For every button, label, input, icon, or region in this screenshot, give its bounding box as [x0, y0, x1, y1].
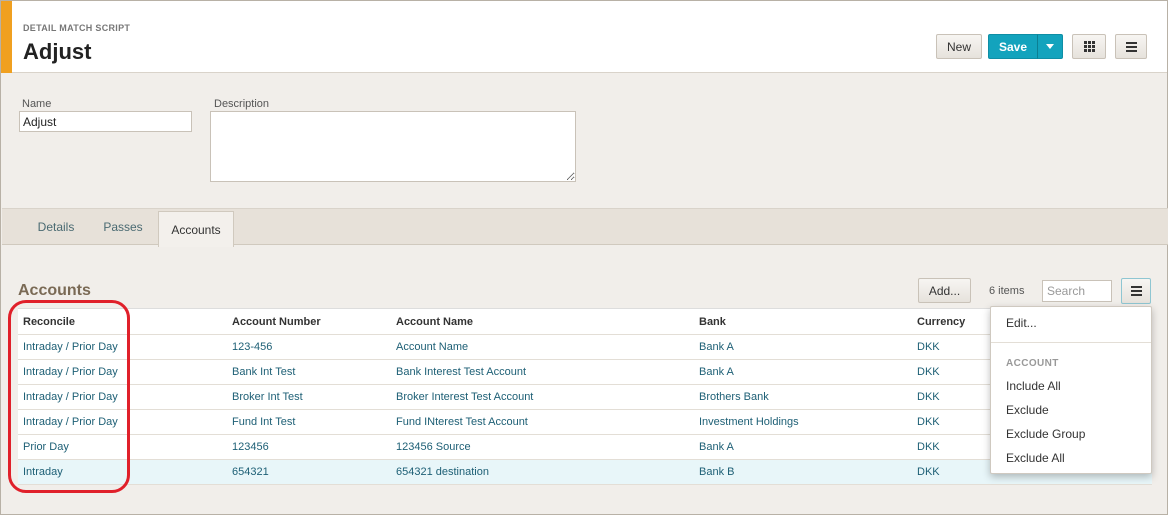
hamburger-icon [1130, 286, 1142, 296]
account-number-cell[interactable]: 123456 [232, 435, 269, 459]
currency-cell[interactable]: DKK [917, 435, 940, 459]
name-field[interactable] [19, 111, 192, 132]
column-header-account-name[interactable]: Account Name [396, 309, 473, 334]
account-number-cell[interactable]: Broker Int Test [232, 385, 303, 409]
menu-section-heading: ACCOUNT [1006, 358, 1059, 369]
add-account-button[interactable]: Add... [918, 278, 971, 303]
new-button[interactable]: New [936, 34, 982, 59]
grid-view-button[interactable] [1072, 34, 1106, 59]
chevron-down-icon [1046, 44, 1054, 49]
account-number-cell[interactable]: Bank Int Test [232, 360, 295, 384]
currency-cell[interactable]: DKK [917, 360, 940, 384]
column-header-currency[interactable]: Currency [917, 309, 965, 334]
account-name-cell[interactable]: Fund INterest Test Account [396, 410, 528, 434]
reconcile-cell[interactable]: Intraday / Prior Day [23, 410, 118, 434]
description-field[interactable] [210, 111, 576, 182]
table-row-selected[interactable]: Intraday 654321 654321 destination Bank … [18, 460, 1152, 485]
bank-cell[interactable]: Bank A [699, 360, 734, 384]
menu-item-exclude-all[interactable]: Exclude All [1006, 451, 1065, 465]
bank-cell[interactable]: Bank A [699, 335, 734, 359]
save-options-button[interactable] [1037, 34, 1063, 59]
account-name-cell[interactable]: 654321 destination [396, 460, 489, 484]
tab-accounts[interactable]: Accounts [158, 211, 234, 247]
account-name-cell[interactable]: Bank Interest Test Account [396, 360, 526, 384]
table-row[interactable]: Intraday / Prior Day Broker Int Test Bro… [18, 385, 1152, 410]
reconcile-cell[interactable]: Intraday [23, 460, 63, 484]
account-number-cell[interactable]: 654321 [232, 460, 269, 484]
page-eyebrow: DETAIL MATCH SCRIPT [23, 23, 131, 33]
table-row[interactable]: Intraday / Prior Day 123-456 Account Nam… [18, 335, 1152, 360]
currency-cell[interactable]: DKK [917, 460, 940, 484]
reconcile-cell[interactable]: Intraday / Prior Day [23, 360, 118, 384]
save-button[interactable]: Save [988, 34, 1038, 59]
currency-cell[interactable]: DKK [917, 410, 940, 434]
accounts-table: Reconcile Account Number Account Name Ba… [18, 308, 1152, 485]
reconcile-cell[interactable]: Intraday / Prior Day [23, 335, 118, 359]
bank-cell[interactable]: Brothers Bank [699, 385, 769, 409]
account-name-cell[interactable]: Account Name [396, 335, 468, 359]
list-menu-button[interactable] [1121, 278, 1151, 304]
tab-passes[interactable]: Passes [90, 209, 156, 245]
tab-bar: Details Passes Accounts [2, 208, 1168, 247]
table-header-row: Reconcile Account Number Account Name Ba… [18, 309, 1152, 335]
account-number-cell[interactable]: 123-456 [232, 335, 272, 359]
items-count: 6 items [989, 285, 1025, 297]
search-input[interactable] [1042, 280, 1112, 302]
menu-divider [991, 342, 1151, 343]
accent-bar [1, 1, 12, 73]
bank-cell[interactable]: Investment Holdings [699, 410, 799, 434]
currency-cell[interactable]: DKK [917, 385, 940, 409]
reconcile-cell[interactable]: Prior Day [23, 435, 69, 459]
description-label: Description [214, 98, 270, 110]
hamburger-icon [1125, 41, 1137, 52]
bank-cell[interactable]: Bank B [699, 460, 734, 484]
page-header: DETAIL MATCH SCRIPT Adjust New Save [1, 1, 1167, 73]
menu-item-edit[interactable]: Edit... [1006, 316, 1037, 330]
grid-icon [1083, 41, 1095, 52]
column-header-bank[interactable]: Bank [699, 309, 726, 334]
page-menu-button[interactable] [1115, 34, 1147, 59]
account-number-cell[interactable]: Fund Int Test [232, 410, 295, 434]
menu-item-include-all[interactable]: Include All [1006, 379, 1061, 393]
currency-cell[interactable]: DKK [917, 335, 940, 359]
column-header-account-number[interactable]: Account Number [232, 309, 321, 334]
page-title: Adjust [23, 39, 92, 64]
accounts-section-title: Accounts [18, 282, 91, 299]
name-label: Name [22, 98, 52, 110]
menu-item-exclude[interactable]: Exclude [1006, 403, 1049, 417]
column-header-reconcile[interactable]: Reconcile [23, 309, 75, 334]
reconcile-cell[interactable]: Intraday / Prior Day [23, 385, 118, 409]
account-name-cell[interactable]: 123456 Source [396, 435, 471, 459]
tab-details[interactable]: Details [24, 209, 88, 245]
list-actions-dropdown: Edit... ACCOUNT Include All Exclude Excl… [990, 306, 1152, 474]
bank-cell[interactable]: Bank A [699, 435, 734, 459]
table-row[interactable]: Prior Day 123456 123456 Source Bank A DK… [18, 435, 1152, 460]
table-row[interactable]: Intraday / Prior Day Bank Int Test Bank … [18, 360, 1152, 385]
menu-item-exclude-group[interactable]: Exclude Group [1006, 427, 1085, 441]
app-frame: DETAIL MATCH SCRIPT Adjust New Save Name… [0, 0, 1168, 515]
table-row[interactable]: Intraday / Prior Day Fund Int Test Fund … [18, 410, 1152, 435]
account-name-cell[interactable]: Broker Interest Test Account [396, 385, 533, 409]
